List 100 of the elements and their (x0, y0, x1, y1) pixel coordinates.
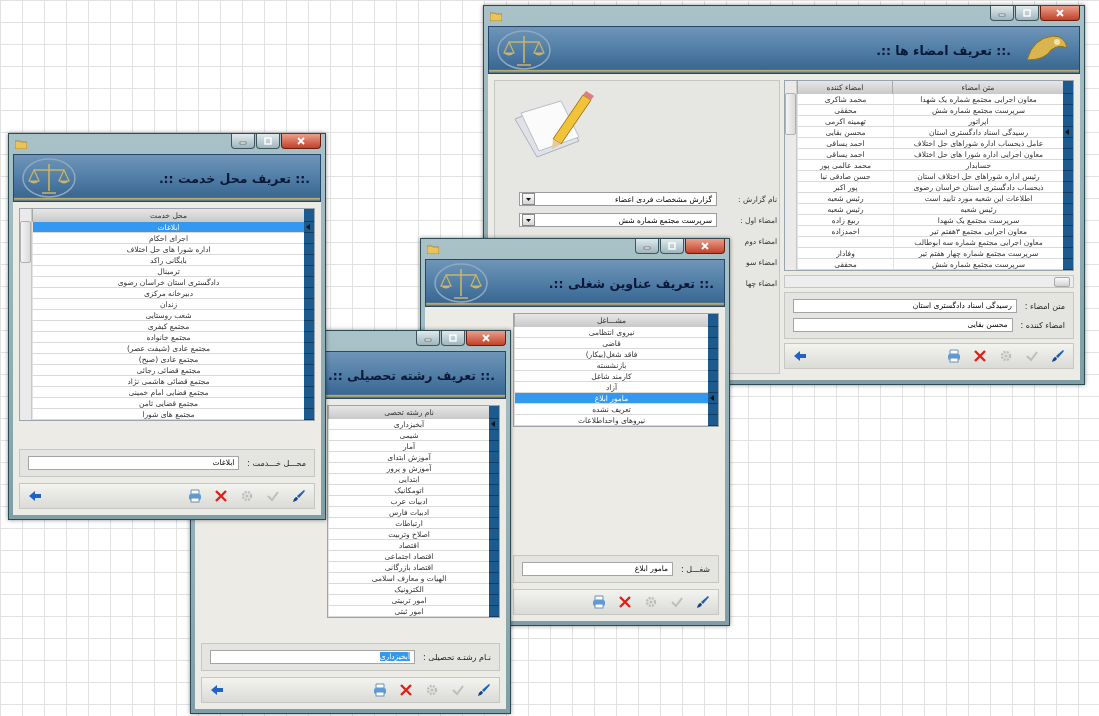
row-selector[interactable] (489, 474, 499, 485)
row-selector[interactable] (304, 299, 314, 310)
folder-icon[interactable] (15, 139, 27, 149)
row-selector[interactable] (304, 321, 314, 332)
row-selector[interactable] (708, 327, 718, 338)
minimize-button[interactable] (990, 6, 1014, 21)
row-selector[interactable] (489, 518, 499, 529)
horizontal-scrollbar[interactable] (784, 275, 1074, 288)
printer-icon[interactable] (947, 349, 961, 363)
row-selector[interactable] (708, 393, 718, 404)
row-selector[interactable] (304, 376, 314, 387)
row-selector[interactable] (1063, 204, 1073, 215)
delete-icon[interactable] (399, 683, 413, 697)
row-selector[interactable] (304, 255, 314, 266)
row-selector[interactable] (489, 452, 499, 463)
row-selector[interactable] (1063, 138, 1073, 149)
close-button[interactable] (281, 134, 321, 149)
row-selector[interactable] (489, 551, 499, 562)
row-selector[interactable] (708, 349, 718, 360)
row-selector[interactable] (304, 288, 314, 299)
row-selector[interactable] (489, 441, 499, 452)
row-selector[interactable] (304, 398, 314, 409)
row-selector[interactable] (708, 360, 718, 371)
row-selector[interactable] (1063, 182, 1073, 193)
row-selector[interactable] (304, 409, 314, 420)
vertical-scrollbar[interactable] (20, 209, 32, 420)
maximize-button[interactable] (256, 134, 280, 149)
row-selector[interactable] (489, 606, 499, 617)
folder-icon[interactable] (427, 244, 439, 254)
brush-icon[interactable] (477, 683, 491, 697)
row-selector[interactable] (1063, 127, 1073, 138)
row-selector[interactable] (304, 233, 314, 244)
row-selector[interactable] (304, 222, 314, 233)
close-button[interactable] (685, 239, 725, 254)
delete-icon[interactable] (973, 349, 987, 363)
row-selector[interactable] (489, 529, 499, 540)
maximize-button[interactable] (660, 239, 684, 254)
maximize-button[interactable] (441, 331, 465, 346)
brush-icon[interactable] (292, 489, 306, 503)
row-selector[interactable] (1063, 237, 1073, 248)
printer-icon[interactable] (592, 595, 606, 609)
vertical-scrollbar[interactable] (785, 81, 797, 270)
row-selector[interactable] (489, 573, 499, 584)
row-selector[interactable] (489, 430, 499, 441)
arrow-left-icon[interactable] (210, 683, 224, 697)
brush-icon[interactable] (1051, 349, 1065, 363)
close-button[interactable] (466, 331, 506, 346)
row-selector[interactable] (489, 485, 499, 496)
minimize-button[interactable] (635, 239, 659, 254)
row-selector[interactable] (708, 371, 718, 382)
row-selector[interactable] (1063, 149, 1073, 160)
row-selector[interactable] (304, 387, 314, 398)
close-button[interactable] (1040, 6, 1080, 21)
row-selector[interactable] (489, 584, 499, 595)
row-selector[interactable] (1063, 248, 1073, 259)
window-title: .:: تعریف محل خدمت ::. (158, 170, 310, 186)
minimize-button[interactable] (416, 331, 440, 346)
grid-corner (708, 314, 718, 327)
row-selector[interactable] (1063, 160, 1073, 171)
row-selector[interactable] (304, 354, 314, 365)
row-selector[interactable] (708, 382, 718, 393)
printer-icon[interactable] (188, 489, 202, 503)
row-selector[interactable] (489, 562, 499, 573)
row-selector[interactable] (304, 277, 314, 288)
row-selector[interactable] (304, 266, 314, 277)
row-selector[interactable] (489, 595, 499, 606)
row-selector[interactable] (708, 338, 718, 349)
delete-icon[interactable] (214, 489, 228, 503)
row-selector[interactable] (708, 415, 718, 426)
row-selector[interactable] (489, 496, 499, 507)
row-selector[interactable] (1063, 105, 1073, 116)
row-selector[interactable] (304, 332, 314, 343)
row-selector[interactable] (708, 404, 718, 415)
delete-icon[interactable] (618, 595, 632, 609)
close-icon (700, 242, 710, 250)
row-selector[interactable] (304, 310, 314, 321)
row-selector[interactable] (304, 244, 314, 255)
scales-emblem-drawing (432, 262, 490, 304)
row-selector[interactable] (1063, 226, 1073, 237)
row-selector[interactable] (1063, 171, 1073, 182)
table-cell[interactable] (797, 237, 893, 248)
row-selector[interactable] (1063, 193, 1073, 204)
row-selector[interactable] (489, 507, 499, 518)
folder-icon[interactable] (490, 11, 502, 21)
row-selector[interactable] (1063, 116, 1073, 127)
close-icon (296, 137, 306, 145)
arrow-left-icon[interactable] (793, 349, 807, 363)
row-selector[interactable] (304, 365, 314, 376)
row-selector[interactable] (304, 343, 314, 354)
row-selector[interactable] (1063, 259, 1073, 270)
row-selector[interactable] (1063, 94, 1073, 105)
printer-icon[interactable] (373, 683, 387, 697)
row-selector[interactable] (1063, 215, 1073, 226)
minimize-button[interactable] (231, 134, 255, 149)
row-selector[interactable] (489, 463, 499, 474)
maximize-button[interactable] (1015, 6, 1039, 21)
row-selector[interactable] (489, 540, 499, 551)
arrow-left-icon[interactable] (28, 489, 42, 503)
brush-icon[interactable] (696, 595, 710, 609)
row-selector[interactable] (489, 419, 499, 430)
